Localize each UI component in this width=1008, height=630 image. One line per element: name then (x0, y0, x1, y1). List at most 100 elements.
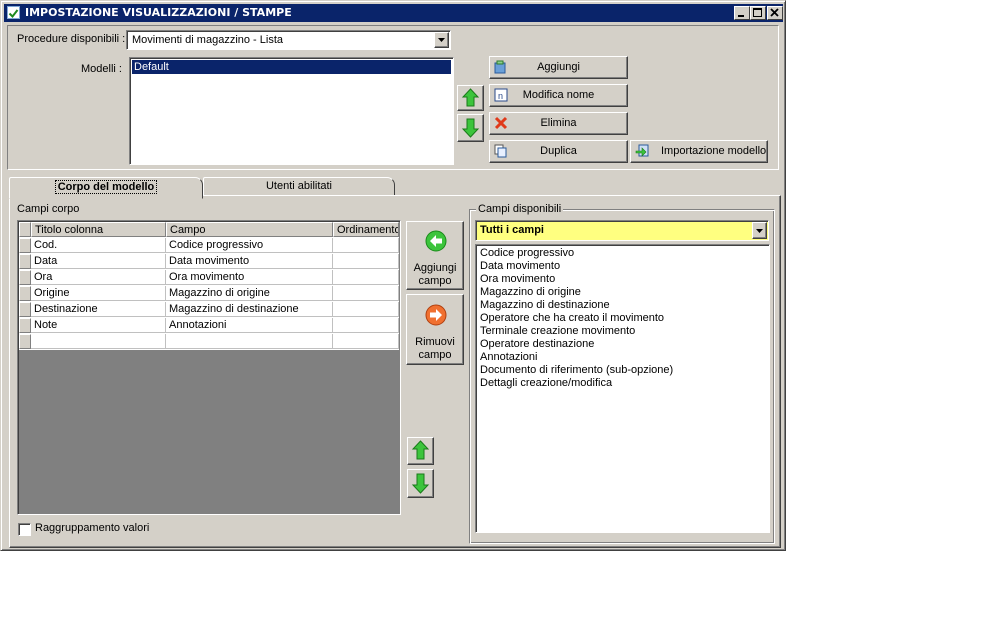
delete-x-icon (494, 116, 508, 130)
table-row-cell[interactable] (166, 334, 333, 349)
close-button[interactable] (767, 6, 783, 20)
body-fields-grid[interactable]: Titolo colonna Campo Ordinamento Cod. Co… (17, 220, 401, 515)
table-row-cell[interactable]: Data (31, 254, 166, 269)
available-filter-value: Tutti i campi (480, 224, 544, 236)
available-filter-select[interactable]: Tutti i campi (475, 220, 769, 241)
delete-model-label: Elimina (540, 117, 577, 129)
column-header-campo[interactable]: Campo (166, 222, 333, 237)
field-move-up-button[interactable] (407, 437, 434, 465)
available-fields-list[interactable]: Codice progressivo Data movimento Ora mo… (475, 244, 770, 533)
field-move-down-button[interactable] (407, 469, 434, 498)
column-header-titolo[interactable]: Titolo colonna (31, 222, 166, 237)
list-item[interactable]: Data movimento (477, 260, 769, 273)
remove-field-button[interactable]: Rimuovi campo (406, 294, 464, 365)
arrow-down-icon (461, 118, 480, 138)
table-row-cell[interactable]: Destinazione (31, 302, 166, 317)
table-row-cell[interactable]: Magazzino di origine (166, 286, 333, 301)
remove-field-label-1: Rimuovi (415, 336, 455, 348)
list-item[interactable]: Ora movimento (477, 273, 769, 286)
table-row-cell[interactable] (333, 254, 399, 269)
row-indicator[interactable] (19, 302, 31, 317)
add-field-button[interactable]: Aggiungi campo (406, 221, 464, 290)
model-move-down-button[interactable] (457, 114, 484, 142)
table-row-cell[interactable]: Ora movimento (166, 270, 333, 285)
tab-corpo-del-modello[interactable]: Corpo del modello (9, 177, 203, 199)
delete-model-button[interactable]: Elimina (489, 112, 628, 135)
rename-model-label: Modifica nome (522, 89, 595, 101)
table-row-cell[interactable]: Magazzino di destinazione (166, 302, 333, 317)
cell-text: Data movimento (169, 255, 250, 267)
arrow-left-circle-icon (425, 230, 447, 252)
table-row-cell[interactable] (333, 318, 399, 333)
models-list[interactable]: Default (129, 57, 454, 165)
grid-data-area: Titolo colonna Campo Ordinamento Cod. Co… (19, 222, 399, 350)
table-row-cell[interactable] (333, 286, 399, 301)
cell-text: Note (34, 319, 58, 331)
filter-dropdown-button[interactable] (752, 222, 767, 239)
column-header-ordinamento[interactable]: Ordinamento (333, 222, 399, 237)
list-item[interactable]: Dettagli creazione/modifica (477, 377, 769, 390)
list-item[interactable]: Documento di riferimento (sub-opzione) (477, 364, 769, 377)
table-row-cell[interactable] (333, 302, 399, 317)
row-indicator[interactable] (19, 334, 31, 349)
svg-text:n: n (498, 91, 503, 101)
cell-text: Ora (34, 271, 53, 283)
model-item-selected[interactable]: Default (132, 60, 451, 74)
table-row-cell[interactable]: Ora (31, 270, 166, 285)
duplicate-model-button[interactable]: Duplica (489, 140, 628, 163)
models-label: Modelli : (81, 63, 122, 75)
import-icon (635, 144, 649, 158)
row-indicator[interactable] (19, 238, 31, 253)
rename-model-button[interactable]: n Modifica nome (489, 84, 628, 107)
list-item[interactable]: Operatore che ha creato il movimento (477, 312, 769, 325)
cell-text: Magazzino di origine (169, 287, 270, 299)
maximize-button[interactable] (750, 6, 766, 20)
app-check-icon (7, 6, 20, 19)
tab-utenti-abilitati[interactable]: Utenti abilitati (203, 177, 395, 196)
arrow-up-icon (461, 88, 480, 107)
table-row-cell[interactable] (333, 334, 399, 349)
table-row-cell[interactable]: Data movimento (166, 254, 333, 269)
list-item[interactable]: Magazzino di origine (477, 286, 769, 299)
table-row-cell[interactable]: Note (31, 318, 166, 333)
body-fields-label: Campi corpo (17, 203, 80, 215)
procedure-dropdown-button[interactable] (434, 32, 449, 48)
row-indicator[interactable] (19, 286, 31, 301)
procedure-label: Procedure disponibili : (17, 33, 126, 45)
procedure-select[interactable]: Movimenti di magazzino - Lista (126, 30, 451, 50)
cell-text: Origine (34, 287, 70, 299)
title-bar[interactable]: IMPOSTAZIONE VISUALIZZAZIONI / STAMPE (4, 4, 783, 22)
list-item[interactable]: Terminale creazione movimento (477, 325, 769, 338)
table-row-cell[interactable]: Cod. (31, 238, 166, 253)
arrow-up-icon (411, 440, 430, 460)
add-model-icon (494, 60, 508, 74)
table-row-cell[interactable]: Codice progressivo (166, 238, 333, 253)
add-model-label: Aggiungi (537, 61, 580, 73)
duplicate-icon (494, 144, 508, 158)
add-model-button[interactable]: Aggiungi (489, 56, 628, 79)
cell-text: Cod. (34, 239, 58, 251)
cell-text: Destinazione (34, 303, 98, 315)
list-item[interactable]: Codice progressivo (477, 247, 769, 260)
list-item[interactable]: Operatore destinazione (477, 338, 769, 351)
list-item[interactable]: Annotazioni (477, 351, 769, 364)
grouping-checkbox[interactable] (18, 523, 31, 536)
model-item-label: Default (134, 61, 169, 73)
table-row-cell[interactable]: Origine (31, 286, 166, 301)
row-indicator[interactable] (19, 270, 31, 285)
cell-text: Ora movimento (169, 271, 245, 283)
row-indicator[interactable] (19, 254, 31, 269)
import-model-label: Importazione modello (661, 145, 767, 157)
import-model-button[interactable]: Importazione modello (630, 140, 768, 163)
table-row-cell[interactable] (31, 334, 166, 349)
row-indicator[interactable] (19, 318, 31, 333)
table-row-cell[interactable]: Annotazioni (166, 318, 333, 333)
table-row-cell[interactable] (333, 270, 399, 285)
tab-label: Utenti abilitati (265, 180, 333, 192)
arrow-down-icon (411, 473, 430, 494)
cell-text: Annotazioni (169, 319, 227, 331)
table-row-cell[interactable] (333, 238, 399, 253)
model-move-up-button[interactable] (457, 85, 484, 111)
list-item[interactable]: Magazzino di destinazione (477, 299, 769, 312)
minimize-button[interactable] (734, 6, 750, 20)
